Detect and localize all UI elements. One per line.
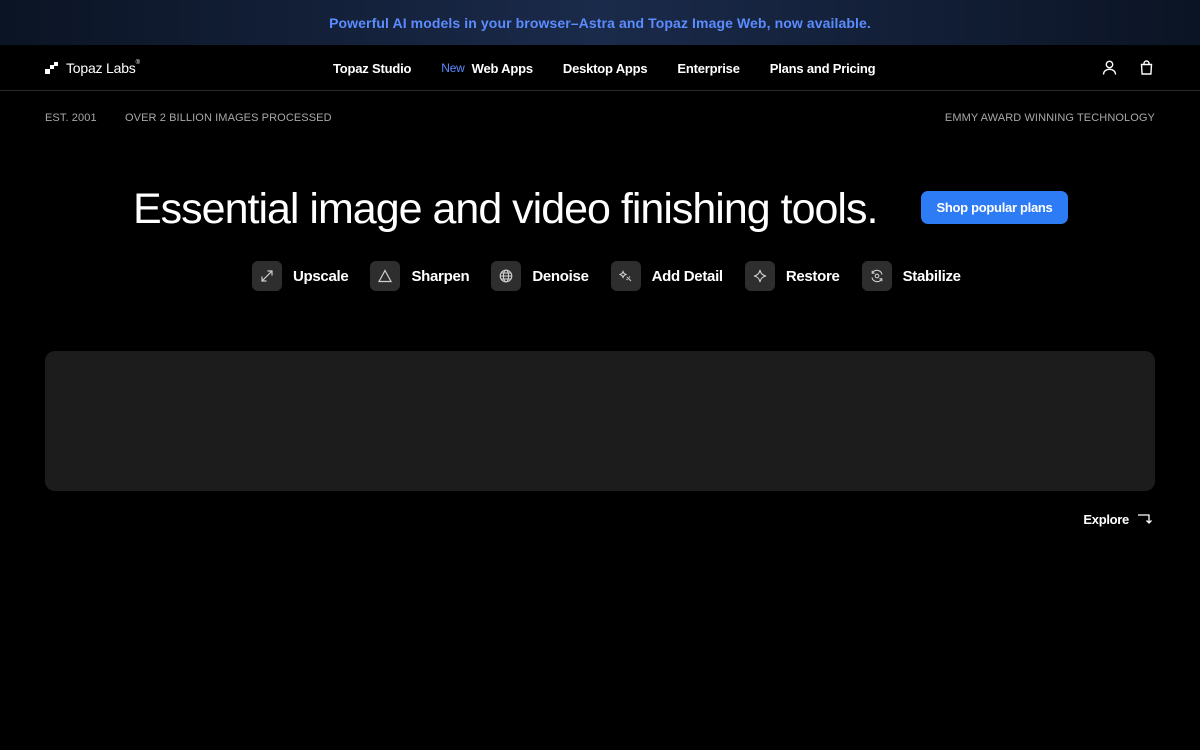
feature-label: Add Detail — [651, 267, 723, 285]
top-nav: Topaz Labs® Topaz Studio New Web Apps De… — [0, 45, 1200, 91]
nav-item-enterprise[interactable]: Enterprise — [677, 60, 740, 76]
arrow-corner-icon — [1137, 512, 1155, 527]
stabilize-icon — [861, 261, 892, 291]
established-text: EST. 2001 — [45, 112, 97, 124]
topaz-logo-icon — [45, 62, 59, 74]
nav-item-topaz-studio[interactable]: Topaz Studio — [333, 61, 411, 76]
stats-bar: EST. 2001 OVER 2 BILLION IMAGES PROCESSE… — [45, 112, 1155, 126]
shopping-bag-icon[interactable] — [1138, 59, 1155, 76]
hero-media-panel — [45, 351, 1155, 491]
explore-link[interactable]: Explore — [1083, 512, 1155, 527]
explore-label: Explore — [1083, 512, 1129, 527]
globe-icon — [491, 261, 522, 291]
nav-item-web-apps[interactable]: New Web Apps — [441, 61, 533, 76]
nav-item-label: Plans and Pricing — [769, 60, 876, 76]
images-processed-text: OVER 2 BILLION IMAGES PROCESSED — [125, 112, 332, 124]
sparkle-detail-icon — [610, 261, 641, 291]
nav-item-label: Desktop Apps — [562, 60, 648, 76]
feature-label: Denoise — [532, 267, 589, 285]
feature-label: Restore — [785, 267, 840, 285]
feature-upscale[interactable]: Upscale — [252, 261, 349, 291]
feature-label: Stabilize — [902, 267, 961, 285]
new-badge: New — [441, 61, 465, 75]
nav-item-label: Topaz Studio — [333, 60, 412, 76]
feature-list: Upscale Sharpen Denoise Add Detail Resto… — [252, 261, 961, 291]
shop-popular-plans-button[interactable]: Shop popular plans — [921, 191, 1068, 224]
expand-icon — [252, 261, 282, 291]
nav-item-label: Web Apps — [471, 60, 533, 76]
nav-item-plans-and-pricing[interactable]: Plans and Pricing — [770, 61, 876, 76]
feature-add-detail[interactable]: Add Detail — [610, 261, 723, 291]
nav-item-label: Enterprise — [677, 60, 740, 76]
feature-label: Upscale — [293, 267, 349, 285]
hero-title: Essential image and video finishing tool… — [133, 185, 878, 233]
nav-icons — [1101, 59, 1155, 76]
award-text: EMMY AWARD WINNING TECHNOLOGY — [944, 112, 1155, 124]
feature-sharpen[interactable]: Sharpen — [370, 261, 470, 291]
user-icon[interactable] — [1101, 59, 1118, 76]
feature-denoise[interactable]: Denoise — [491, 261, 589, 291]
feature-restore[interactable]: Restore — [744, 261, 840, 291]
announcement-text[interactable]: Powerful AI models in your browser–Astra… — [329, 15, 871, 31]
triangle-icon — [370, 261, 401, 291]
logo[interactable]: Topaz Labs® — [45, 59, 140, 77]
star-sparkle-icon — [744, 261, 775, 291]
nav-item-desktop-apps[interactable]: Desktop Apps — [563, 61, 648, 76]
announcement-bar[interactable]: Powerful AI models in your browser–Astra… — [0, 0, 1200, 45]
feature-stabilize[interactable]: Stabilize — [861, 261, 961, 291]
feature-label: Sharpen — [411, 267, 470, 285]
logo-text: Topaz Labs® — [66, 60, 140, 76]
nav-menu: Topaz Studio New Web Apps Desktop Apps E… — [333, 45, 876, 91]
